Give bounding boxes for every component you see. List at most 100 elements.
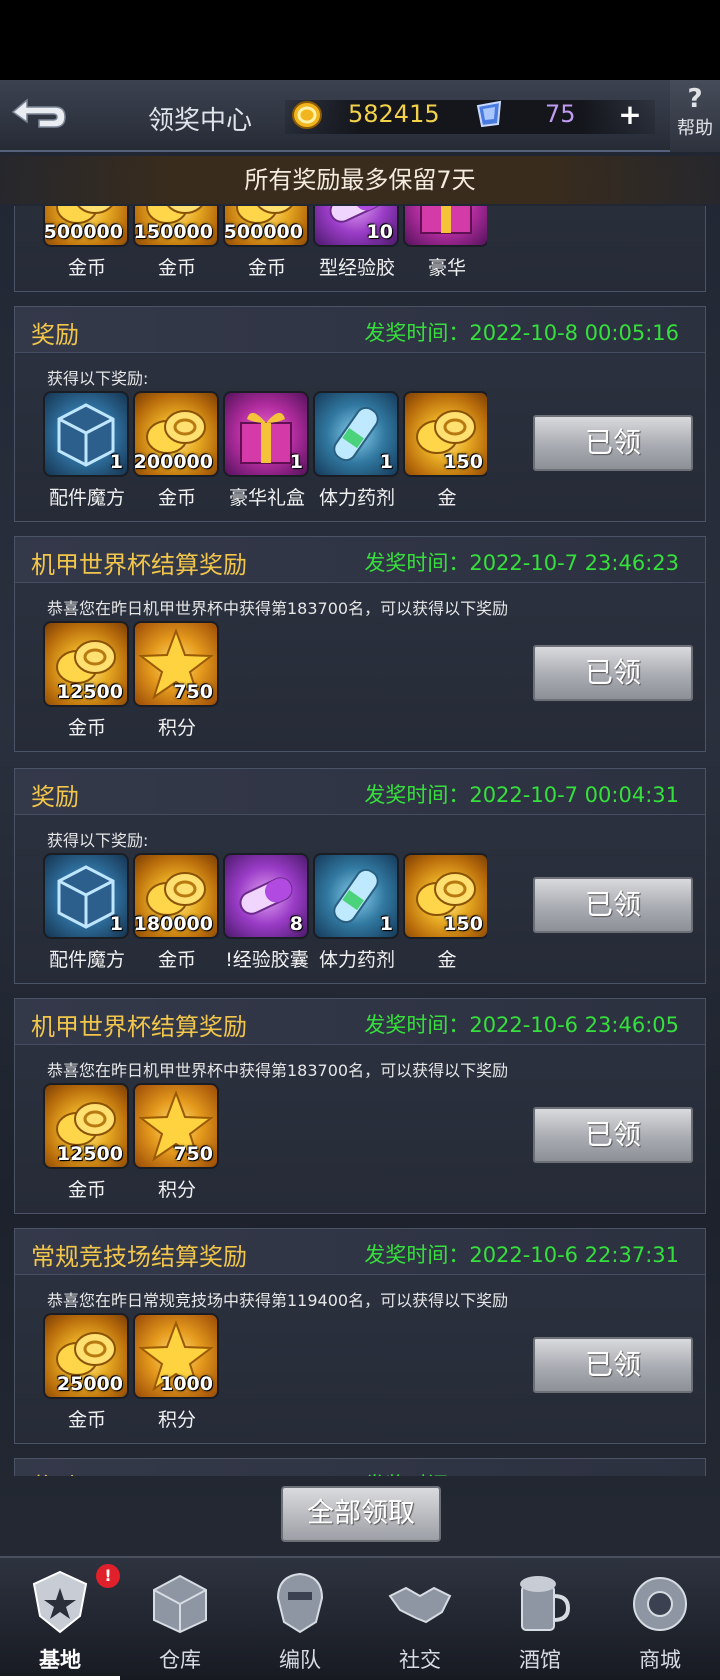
item-count: 500000 [43, 221, 123, 243]
award-time: 发奖时间：2022-10-6 23:46:05 [364, 1013, 679, 1037]
item-count: 12500 [56, 681, 123, 703]
reward-item[interactable]: 1 体力药剂 [313, 391, 401, 510]
reward-card: 机甲世界杯结算奖励 发奖时间：2022-10-7 23:46:23 恭喜您在昨日机甲… [14, 536, 706, 752]
help-button[interactable]: ? 帮助 [670, 80, 720, 152]
reward-item[interactable]: 1 体力药剂 [313, 853, 401, 972]
reward-item[interactable]: 150 金 [403, 853, 487, 972]
item-name: 豪华礼盒 [228, 487, 305, 509]
nav-item-tavern[interactable]: 酒馆 [480, 1558, 600, 1680]
parts-cube-icon: 1 [43, 853, 129, 939]
nav-item-shop[interactable]: 商城 [600, 1558, 720, 1680]
reward-item[interactable]: 8 !经验胶囊 [223, 853, 311, 972]
claimed-button[interactable]: 已领 [533, 1107, 693, 1163]
nav-label: 仓库 [159, 1648, 201, 1672]
item-count: 1 [379, 913, 393, 935]
page-title: 领奖中心 [148, 106, 253, 136]
award-time: 发奖时间：2022-10-6 12:02:30 [364, 1469, 679, 1476]
star-points-icon: 750 [133, 621, 219, 707]
item-name: 豪华 [427, 257, 466, 279]
item-name: 金币 [157, 257, 196, 279]
card-header: 奖励 发奖时间：2022-10-7 00:04:31 [15, 769, 705, 815]
gold-coins-icon: 500000 [43, 206, 129, 247]
reward-item[interactable]: 12500 金币 [43, 621, 131, 740]
reward-item[interactable]: 10 型经验胶 [313, 206, 401, 280]
reward-item[interactable]: 150 金 [403, 391, 487, 510]
claimed-button[interactable]: 已领 [533, 645, 693, 701]
item-count: 750 [173, 1143, 213, 1165]
reward-item[interactable]: 12500 金币 [43, 1083, 131, 1202]
item-name: 金币 [67, 717, 106, 739]
claim-all-button[interactable]: 全部领取 [281, 1486, 441, 1542]
reward-items: 1 配件魔方 180000 金币 8 !经验胶囊 1 体力药剂 150 金 [43, 853, 487, 977]
gold-coins-icon: 25000 [43, 1313, 129, 1399]
reward-item[interactable]: 180000 金币 [133, 853, 221, 972]
card-description: 获得以下奖励: [47, 831, 149, 850]
exp-capsule-icon: 10 [313, 206, 399, 247]
item-count: 150000 [133, 221, 213, 243]
item-name: 金币 [157, 487, 196, 509]
nav-item-base[interactable]: 基地! [0, 1558, 120, 1680]
reward-item[interactable]: 150000 金币 [133, 206, 221, 280]
gold-coins-icon: 180000 [133, 853, 219, 939]
nav-item-social[interactable]: 社交 [360, 1558, 480, 1680]
claimed-button[interactable]: 已领 [533, 877, 693, 933]
award-time: 发奖时间：2022-10-8 00:05:16 [364, 321, 679, 345]
item-count: 150 [443, 913, 483, 935]
item-count: 1 [379, 451, 393, 473]
card-header: 机甲世界杯结算奖励 发奖时间：2022-10-7 23:46:23 [15, 537, 705, 583]
reward-item[interactable]: 200000 金币 [133, 391, 221, 510]
item-name: 型经验胶 [318, 257, 395, 279]
parts-cube-icon: 1 [43, 391, 129, 477]
reward-item[interactable]: 500000 金币 [223, 206, 311, 280]
nav-item-squad[interactable]: 编队 [240, 1558, 360, 1680]
claimed-button[interactable]: 已领 [533, 415, 693, 471]
item-name: 积分 [157, 1179, 196, 1201]
gold-coins-icon: 12500 [43, 621, 129, 707]
item-count: 12500 [56, 1143, 123, 1165]
card-description: 恭喜您在昨日机甲世界杯中获得第183700名，可以获得以下奖励 [47, 599, 509, 618]
reward-item[interactable]: 豪华 [403, 206, 487, 280]
back-arrow-icon [11, 98, 66, 128]
card-title: 奖励 [31, 321, 79, 349]
reward-center-screen: 领奖中心 582415 75 + ? 帮助 所有奖励最多保留7天 500000 金… [0, 80, 720, 1680]
gold-coins-icon: 150000 [133, 206, 219, 247]
reward-item[interactable]: 1 豪华礼盒 [223, 391, 311, 510]
reward-item[interactable]: 1 配件魔方 [43, 853, 131, 972]
reward-item[interactable]: 1 配件魔方 [43, 391, 131, 510]
card-header: 奖励 发奖时间：2022-10-6 12:02:30 [15, 1459, 705, 1476]
reward-item[interactable]: 750 积分 [133, 621, 221, 740]
stamina-potion-icon: 1 [313, 391, 399, 477]
squad-icon [266, 1566, 334, 1638]
reward-item[interactable]: 1000 积分 [133, 1313, 221, 1432]
reward-item[interactable]: 25000 金币 [43, 1313, 131, 1432]
add-diamond-button[interactable]: + [618, 101, 642, 129]
reward-list[interactable]: 500000 金币 150000 金币 500000 金币 10 型经验胶 豪华 奖励 发奖时间：… [0, 206, 720, 1476]
card-description: 获得以下奖励: [47, 369, 149, 388]
back-button[interactable] [6, 92, 72, 140]
claimed-button[interactable]: 已领 [533, 1337, 693, 1393]
item-count: 1000 [160, 1373, 213, 1395]
card-description: 恭喜您在昨日常规竞技场中获得第119400名，可以获得以下奖励 [47, 1291, 509, 1310]
reward-items: 12500 金币 750 积分 [43, 1083, 487, 1207]
exp-capsule-icon: 8 [223, 853, 309, 939]
reward-item[interactable]: 750 积分 [133, 1083, 221, 1202]
item-name: 体力药剂 [318, 487, 395, 509]
item-count: 10 [366, 221, 393, 243]
gift-box-icon: 1 [223, 391, 309, 477]
item-count: 500000 [223, 221, 303, 243]
stamina-potion-icon: 1 [313, 853, 399, 939]
reward-card: 奖励 发奖时间：2022-10-8 00:05:16 获得以下奖励: 1 配件魔方 200… [14, 306, 706, 522]
item-name: 配件魔方 [48, 487, 125, 509]
nav-label: 社交 [399, 1648, 441, 1672]
card-description: 恭喜您在昨日机甲世界杯中获得第183700名，可以获得以下奖励 [47, 1061, 509, 1080]
item-count: 150 [443, 451, 483, 473]
nav-label: 酒馆 [519, 1648, 561, 1672]
item-name: 金币 [67, 1409, 106, 1431]
award-time: 发奖时间：2022-10-7 23:46:23 [364, 551, 679, 575]
item-name: 金币 [247, 257, 286, 279]
card-title: 机甲世界杯结算奖励 [31, 1013, 247, 1041]
item-count: 25000 [56, 1373, 123, 1395]
star-points-icon: 750 [133, 1083, 219, 1169]
reward-item[interactable]: 500000 金币 [43, 206, 131, 280]
nav-item-warehouse[interactable]: 仓库 [120, 1558, 240, 1680]
